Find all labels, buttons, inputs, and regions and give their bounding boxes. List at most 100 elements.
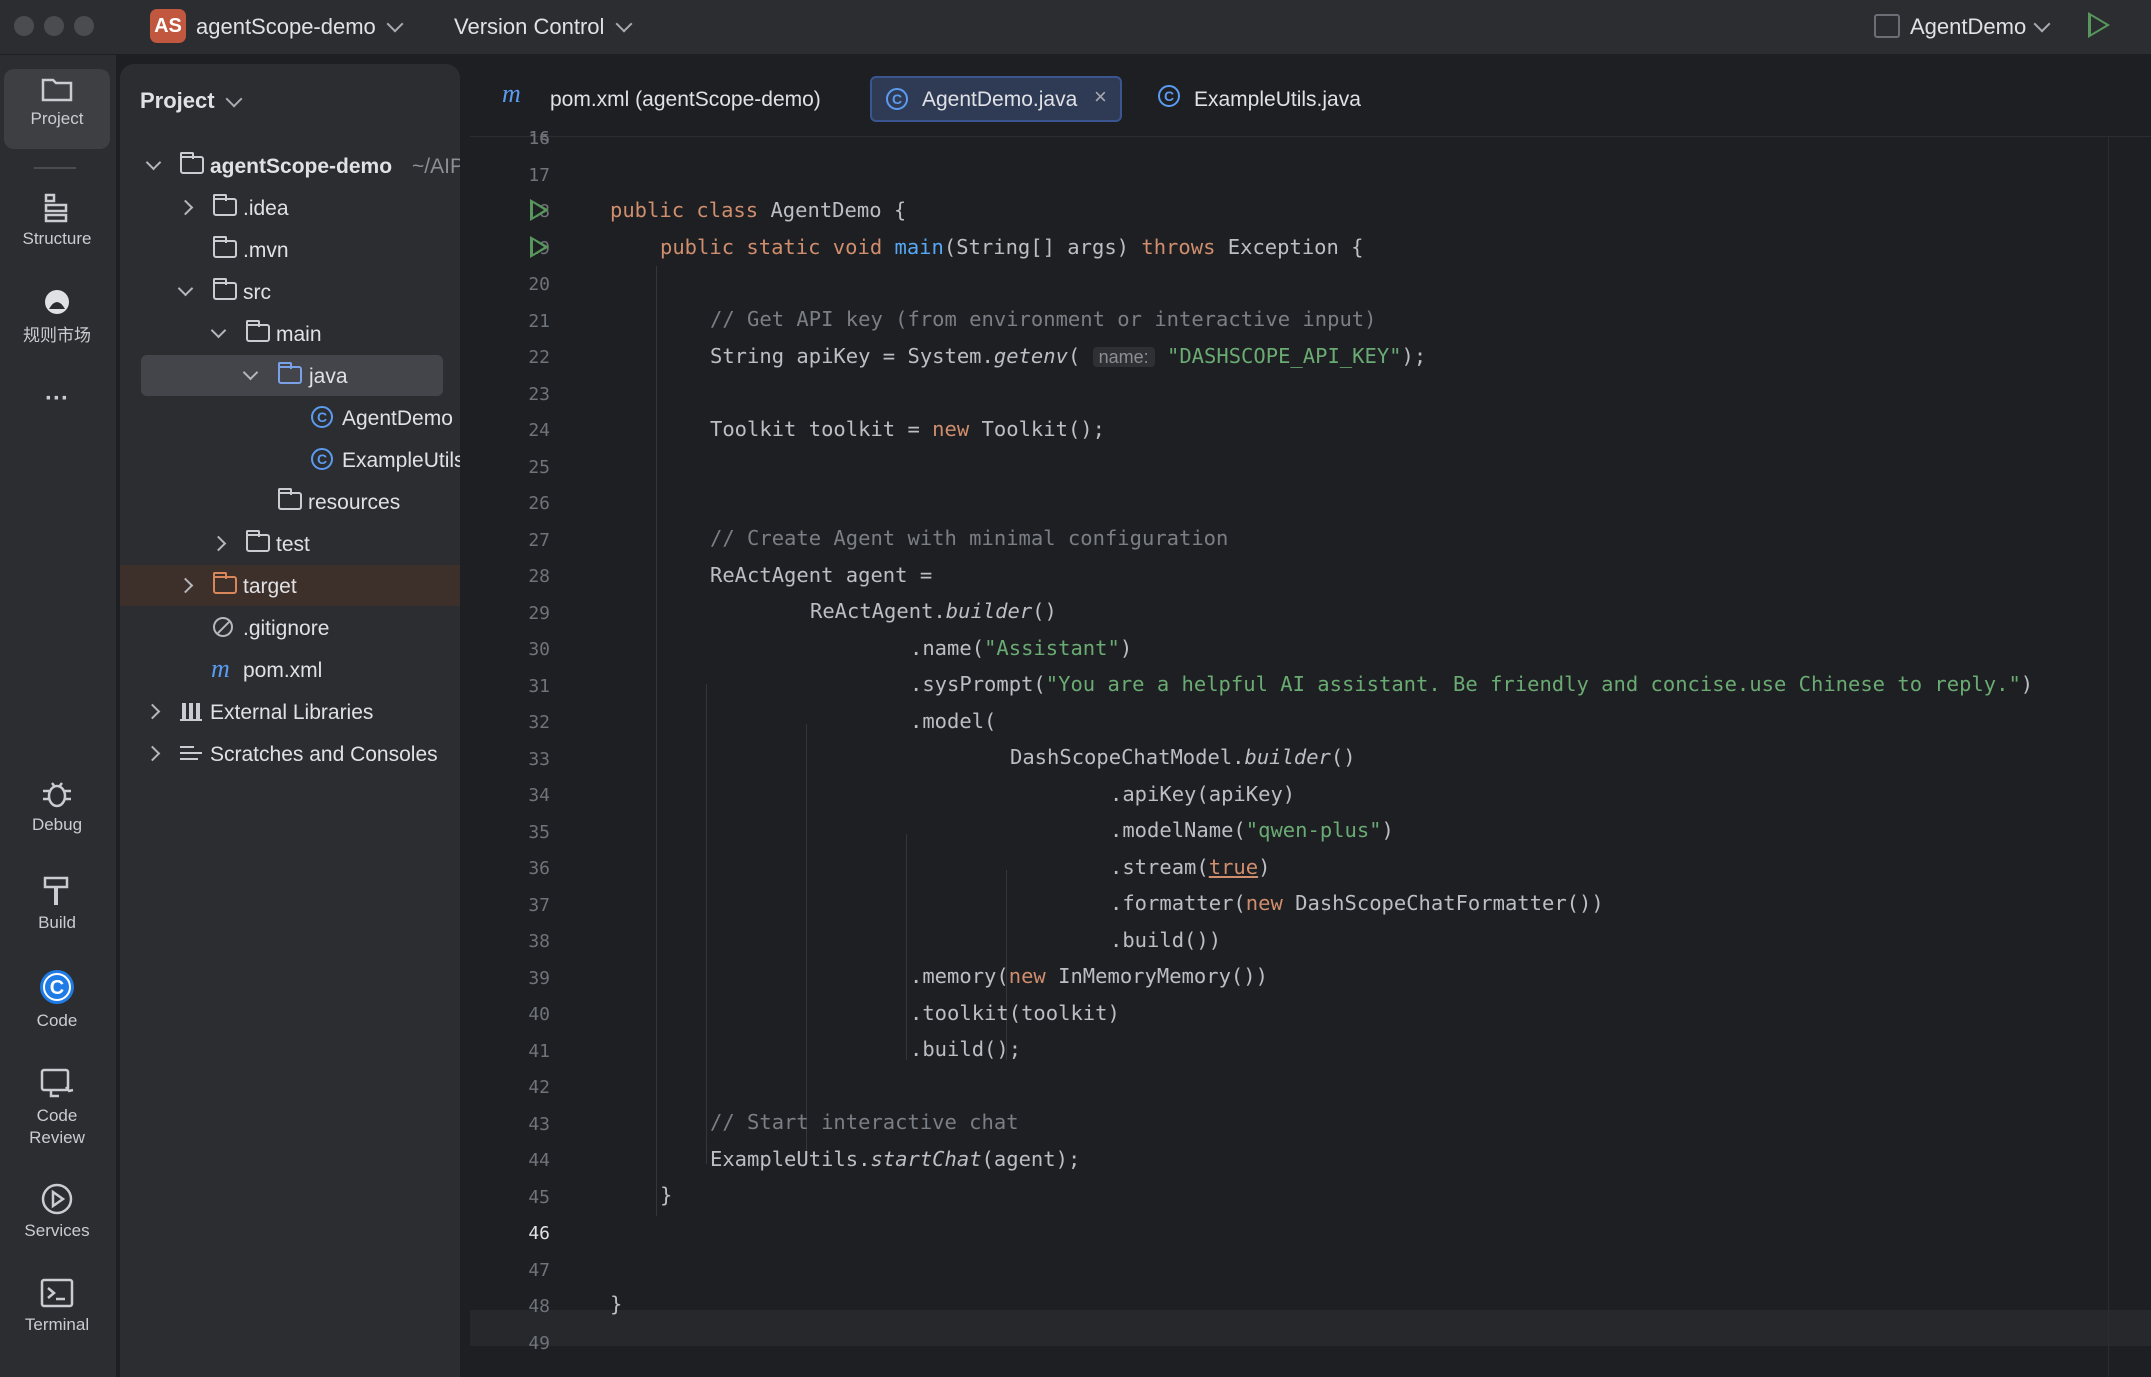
run-class-gutter-icon[interactable]: [530, 199, 549, 221]
code-text: Exception {: [1227, 235, 1364, 259]
project-tool-button[interactable]: Project: [4, 69, 110, 149]
line-number[interactable]: 40: [470, 1004, 550, 1025]
line-number[interactable]: 30: [470, 639, 550, 660]
line-number[interactable]: 35: [470, 822, 550, 843]
line-number[interactable]: 32: [470, 712, 550, 733]
code-line-40[interactable]: .toolkit(toolkit): [910, 1001, 1120, 1025]
line-number[interactable]: 26: [470, 493, 550, 514]
code-line-48[interactable]: }: [610, 1292, 622, 1316]
line-number[interactable]: 22: [470, 347, 550, 368]
run-main-gutter-icon[interactable]: [530, 236, 549, 258]
terminal-tool-button[interactable]: Terminal: [4, 1277, 110, 1335]
tree-item-main[interactable]: main: [120, 313, 460, 354]
code-line-28[interactable]: ReActAgent agent =: [710, 563, 932, 587]
debug-tool-button[interactable]: Debug: [4, 777, 110, 835]
code-line-21[interactable]: // Get API key (from environment or inte…: [710, 307, 1376, 331]
window-minimize-button[interactable]: [44, 16, 64, 36]
tree-item-test[interactable]: test: [120, 523, 460, 564]
line-number[interactable]: 21: [470, 311, 550, 332]
tree-item-src[interactable]: src: [120, 271, 460, 312]
line-number[interactable]: 42: [470, 1077, 550, 1098]
code-line-29[interactable]: ReActAgent.builder(): [810, 599, 1057, 623]
services-tool-button[interactable]: Services: [4, 1181, 110, 1241]
line-number[interactable]: 33: [470, 749, 550, 770]
tree-item-scratches[interactable]: Scratches and Consoles: [120, 733, 460, 774]
window-zoom-button[interactable]: [74, 16, 94, 36]
code-line-38[interactable]: .build()): [1110, 928, 1221, 952]
line-number[interactable]: 45: [470, 1187, 550, 1208]
code-line-34[interactable]: .apiKey(apiKey): [1110, 782, 1295, 806]
line-number[interactable]: 23: [470, 384, 550, 405]
line-number[interactable]: 34: [470, 785, 550, 806]
code-line-39[interactable]: .memory(new InMemoryMemory()): [910, 964, 1268, 988]
line-number[interactable]: 24: [470, 420, 550, 441]
project-selector[interactable]: agentScope-demo: [196, 14, 376, 40]
code-line-36[interactable]: .stream(true): [1110, 855, 1270, 879]
code-line-18[interactable]: public static void main(String[] args) t…: [660, 235, 1364, 259]
code-line-37[interactable]: .formatter(new DashScopeChatFormatter()): [1110, 891, 1604, 915]
line-number[interactable]: 44: [470, 1150, 550, 1171]
version-control-menu[interactable]: Version Control: [454, 14, 604, 40]
rules-market-tool-button[interactable]: 规则市场: [4, 287, 110, 346]
code-line-43[interactable]: // Start interactive chat: [710, 1110, 1019, 1134]
line-number[interactable]: 39: [470, 968, 550, 989]
code-line-32[interactable]: .model(: [910, 709, 996, 733]
tree-item-target[interactable]: target: [120, 565, 460, 606]
line-number[interactable]: 46: [470, 1223, 550, 1244]
close-tab-icon[interactable]: ×: [1094, 84, 1107, 110]
code-line-22[interactable]: String apiKey = System.getenv( name: "DA…: [710, 344, 1426, 368]
tab-exampleutils-java[interactable]: C ExampleUtils.java: [1146, 76, 1406, 122]
tree-item-root[interactable]: agentScope-demo ~/AIP: [120, 145, 460, 186]
tree-item-java[interactable]: java: [141, 355, 443, 396]
project-panel-title[interactable]: Project: [140, 88, 215, 114]
code-line-30[interactable]: .name("Assistant"): [910, 636, 1132, 660]
build-tool-button[interactable]: Build: [4, 873, 110, 933]
structure-tool-button[interactable]: Structure: [4, 191, 110, 249]
run-button[interactable]: [2088, 12, 2110, 38]
tab-label: AgentDemo.java: [922, 88, 1078, 111]
line-number[interactable]: 20: [470, 274, 550, 295]
line-number[interactable]: 36: [470, 858, 550, 879]
code-tool-button[interactable]: C Code: [4, 967, 110, 1031]
code-line-17[interactable]: public class AgentDemo {: [610, 198, 906, 222]
code-line-24[interactable]: Toolkit toolkit = new Toolkit();: [710, 417, 1105, 441]
line-number[interactable]: 38: [470, 931, 550, 952]
line-number[interactable]: 25: [470, 457, 550, 478]
tab-pom-xml[interactable]: m pom.xml (agentScope-demo): [490, 76, 830, 122]
line-number[interactable]: 27: [470, 530, 550, 551]
code-line-44[interactable]: ExampleUtils.startChat(agent);: [710, 1147, 1080, 1171]
tree-item-idea[interactable]: .idea: [120, 187, 460, 228]
tree-item-pom[interactable]: m pom.xml: [120, 649, 460, 690]
project-badge[interactable]: AS: [150, 9, 186, 43]
line-number[interactable]: 31: [470, 676, 550, 697]
line-number[interactable]: 16: [470, 128, 550, 149]
code-line-45[interactable]: }: [660, 1183, 672, 1207]
tree-item-resources[interactable]: resources: [120, 481, 460, 522]
line-number[interactable]: 43: [470, 1114, 550, 1135]
line-number[interactable]: 37: [470, 895, 550, 916]
tree-item-gitignore[interactable]: .gitignore: [120, 607, 460, 648]
code-review-tool-button[interactable]: Code Review: [4, 1067, 110, 1149]
more-tools-button[interactable]: ···: [4, 385, 110, 413]
code-line-35[interactable]: .modelName("qwen-plus"): [1110, 818, 1394, 842]
line-number[interactable]: 28: [470, 566, 550, 587]
java-class-icon: C: [311, 448, 333, 470]
line-number[interactable]: 48: [470, 1296, 550, 1317]
code-line-41[interactable]: .build();: [910, 1037, 1021, 1061]
line-number[interactable]: 29: [470, 603, 550, 624]
tree-item-exampleutils[interactable]: C ExampleUtils: [120, 439, 460, 480]
tab-agentdemo-java[interactable]: C AgentDemo.java ×: [870, 76, 1122, 122]
code-line-27[interactable]: // Create Agent with minimal configurati…: [710, 526, 1228, 550]
tree-item-external-libraries[interactable]: External Libraries: [120, 691, 460, 732]
line-number[interactable]: 47: [470, 1260, 550, 1281]
line-number[interactable]: 17: [470, 165, 550, 186]
code-line-31[interactable]: .sysPrompt("You are a helpful AI assista…: [910, 672, 2033, 696]
run-config-selector[interactable]: AgentDemo: [1910, 14, 2026, 40]
tree-item-mvn[interactable]: .mvn: [120, 229, 460, 270]
line-number[interactable]: 41: [470, 1041, 550, 1062]
indent-guide: [906, 834, 907, 1060]
code-line-33[interactable]: DashScopeChatModel.builder(): [1010, 745, 1356, 769]
line-number[interactable]: 49: [470, 1333, 550, 1354]
window-close-button[interactable]: [14, 16, 34, 36]
tree-item-agentdemo[interactable]: C AgentDemo: [120, 397, 460, 438]
